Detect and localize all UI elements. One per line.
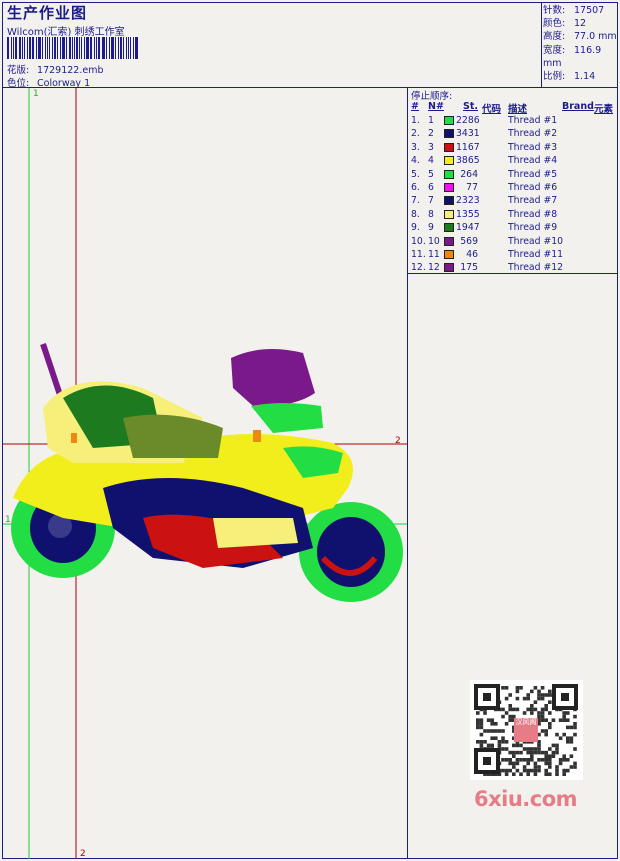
thread-color-swatch: [444, 196, 454, 206]
row-num: 8: [428, 208, 434, 220]
thread-color-swatch: [444, 156, 454, 166]
thread-color-swatch: [444, 223, 454, 233]
qr-code-watermark: 汉风阁: [470, 680, 583, 780]
row-desc: Thread #3: [508, 141, 558, 153]
col-num: N#: [428, 101, 444, 112]
thread-color-swatch: [444, 236, 454, 246]
row-seq: 7.: [411, 195, 420, 207]
row-num: 3: [428, 141, 434, 153]
orange-accent: [253, 430, 261, 442]
row-stitches: 1355: [456, 208, 480, 220]
row-desc: Thread #2: [508, 128, 558, 140]
row-stitches: 1947: [456, 222, 480, 234]
thread-color-swatch: [444, 183, 454, 192]
row-desc: Thread #1: [508, 115, 558, 126]
row-desc: Thread #11: [508, 249, 564, 260]
design-canvas: 1 1 2 2: [3, 88, 407, 859]
thread-color-swatch: [444, 142, 454, 152]
row-num: 11: [428, 249, 440, 260]
motorcycle-embroidery: [11, 343, 403, 602]
guide-label-2-right: 2: [395, 436, 401, 446]
row-desc: Thread #4: [508, 155, 558, 167]
row-stitches: 175: [460, 262, 478, 274]
windshield: [231, 349, 315, 407]
exhaust-chrome: [213, 518, 298, 548]
panel-divider: [407, 87, 408, 859]
row-num: 6: [428, 182, 434, 193]
row-desc: Thread #9: [508, 222, 558, 234]
row-seq: 1.: [411, 115, 420, 126]
design-barcode: [7, 37, 139, 59]
guide-label-1-top: 1: [33, 89, 39, 99]
row-stitches: 3865: [456, 155, 480, 167]
design-stats: 针数: 17507 颜色: 12 高度: 77.0 mm 宽度: 116.9 mm 比例…: [543, 4, 620, 83]
watermark-text: 6xiu.com: [474, 787, 578, 811]
row-stitches: 569: [460, 235, 478, 247]
design-name-row: 花版: 1729122.emb: [7, 62, 104, 76]
windshield-base: [251, 403, 323, 433]
page-title: 生产作业图: [7, 4, 88, 22]
row-stitches: 264: [460, 168, 478, 180]
thread-color-swatch: [444, 250, 454, 259]
thread-color-swatch: [444, 209, 454, 219]
row-stitches: 46: [466, 249, 478, 260]
row-seq: 3.: [411, 141, 420, 153]
row-seq: 12.: [411, 262, 426, 274]
row-num: 2: [428, 128, 434, 140]
row-desc: Thread #8: [508, 208, 558, 220]
row-desc: Thread #6: [508, 182, 558, 193]
row-num: 10: [428, 235, 440, 247]
row-seq: 8.: [411, 208, 420, 220]
stop-sequence-title: 停止顺序:: [411, 91, 453, 102]
row-desc: Thread #12: [508, 262, 564, 274]
design-label: 花版:: [7, 65, 30, 76]
stat-height: 高度: 77.0 mm: [543, 31, 617, 43]
col-desc: 描述: [508, 104, 528, 115]
row-stitches: 3431: [456, 128, 480, 140]
stats-divider: [541, 2, 542, 87]
row-num: 4: [428, 155, 434, 167]
row-stitches: 2323: [456, 195, 480, 207]
row-num: 9: [428, 222, 434, 234]
row-seq: 2.: [411, 128, 420, 140]
col-brand: Brand: [562, 101, 594, 112]
row-seq: 6.: [411, 182, 420, 193]
thread-color-swatch: [444, 116, 454, 125]
row-stitches: 2286: [456, 115, 480, 126]
stat-width: 宽度: 116.9 mm: [543, 44, 602, 69]
front-wheel-hub: [317, 517, 385, 587]
row-num: 5: [428, 168, 434, 180]
stat-stitches: 针数: 17507: [543, 5, 605, 16]
row-desc: Thread #10: [508, 235, 564, 247]
row-desc: Thread #5: [508, 168, 558, 180]
col-element: 元素: [594, 104, 614, 115]
thread-color-swatch: [444, 129, 454, 139]
stat-colors: 颜色: 12: [543, 18, 587, 30]
software-subtitle: Wilcom(汇索) 刺绣工作室: [7, 27, 125, 38]
seal-stamp: 汉风阁: [514, 718, 538, 742]
row-num: 7: [428, 195, 434, 207]
row-stitches: 77: [466, 182, 478, 193]
row-num: 12: [428, 262, 440, 274]
col-code: 代码: [482, 104, 502, 115]
col-stitches: St.: [463, 101, 478, 112]
row-seq: 9.: [411, 222, 420, 234]
orange-accent-rear: [71, 433, 77, 443]
col-seq: #: [411, 101, 419, 112]
thread-color-swatch: [444, 263, 454, 273]
row-seq: 11.: [411, 249, 426, 260]
guide-label-1-left: 1: [5, 515, 11, 525]
row-seq: 4.: [411, 155, 420, 167]
stat-scale: 比例: 1.14: [543, 71, 596, 83]
row-seq: 5.: [411, 168, 420, 180]
seat: [123, 414, 223, 458]
row-stitches: 1167: [456, 141, 480, 153]
row-seq: 10.: [411, 235, 426, 247]
guide-label-2-bottom: 2: [80, 849, 86, 859]
thread-color-swatch: [444, 169, 454, 179]
row-desc: Thread #7: [508, 195, 558, 207]
row-num: 1: [428, 115, 434, 126]
